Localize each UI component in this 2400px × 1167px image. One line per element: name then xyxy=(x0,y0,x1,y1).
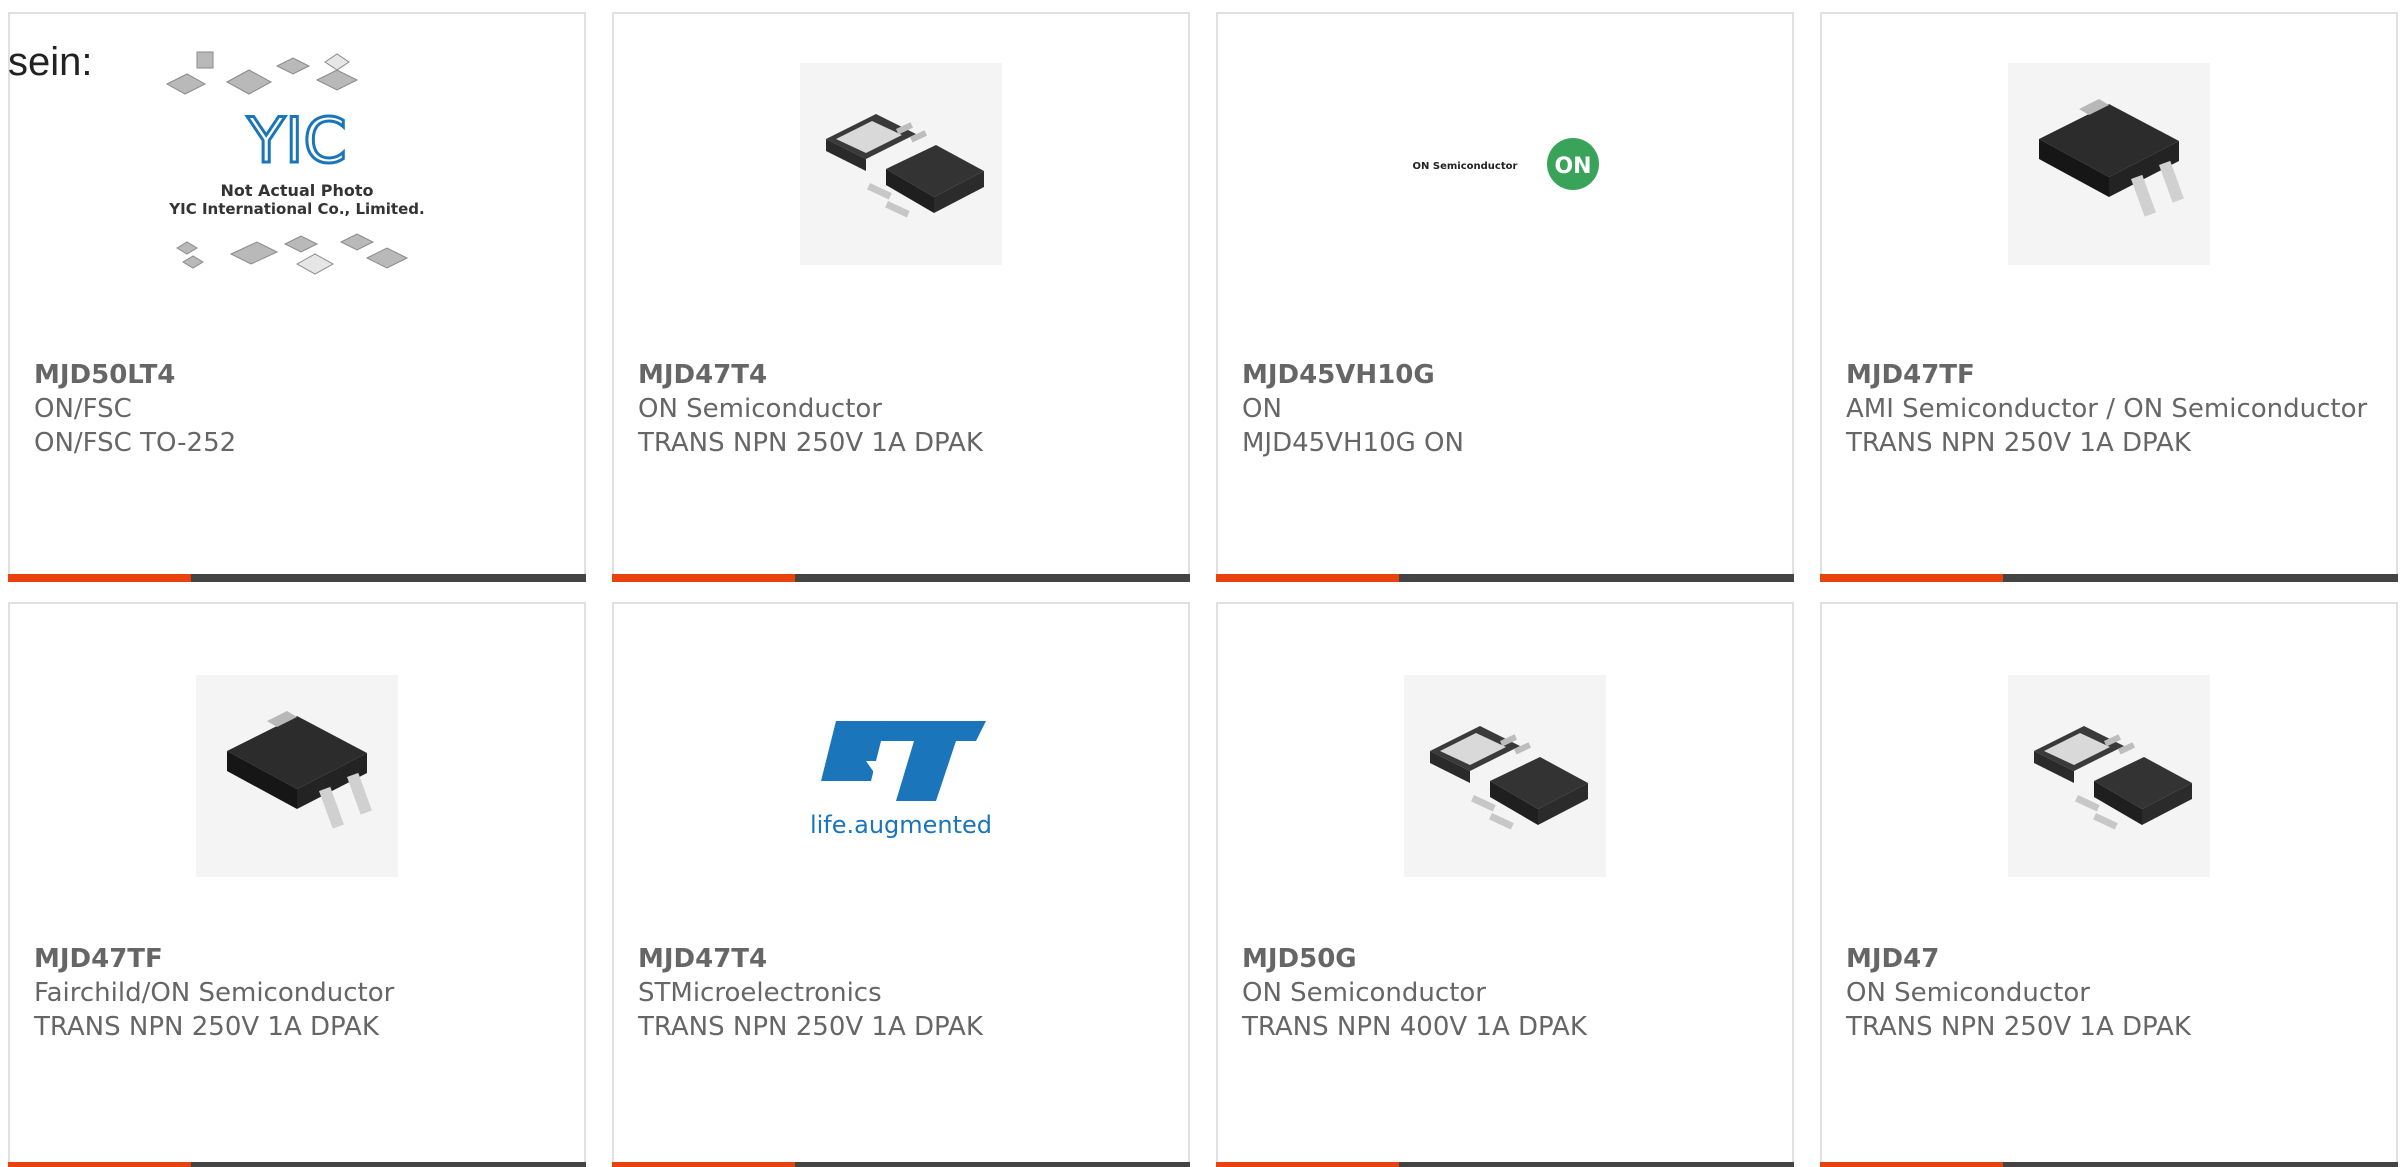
dpak-single-photo xyxy=(196,675,398,877)
product-image: ON Semiconductor ON xyxy=(1218,58,1792,270)
product-card[interactable]: ON Semiconductor ON MJD45VH10G ON MJD45V… xyxy=(1216,12,1794,582)
manufacturer: ON xyxy=(1242,394,1282,424)
svg-text:life.augmented: life.augmented xyxy=(810,811,992,839)
product-card[interactable]: MJD47TF Fairchild/ON Semiconductor TRANS… xyxy=(8,602,586,1167)
card-accent-bar xyxy=(1216,1162,1794,1167)
description: TRANS NPN 250V 1A DPAK xyxy=(638,428,983,458)
product-info: MJD50LT4 ON/FSC ON/FSC TO-252 xyxy=(34,358,564,460)
placeholder-line-2: YIC International Co., Limited. xyxy=(168,200,424,218)
card-accent-bar xyxy=(1820,574,2398,582)
card-accent-bar xyxy=(1216,574,1794,582)
product-info: MJD45VH10G ON MJD45VH10G ON xyxy=(1242,358,1772,460)
product-info: MJD50G ON Semiconductor TRANS NPN 400V 1… xyxy=(1242,942,1772,1044)
product-card[interactable]: MJD50G ON Semiconductor TRANS NPN 400V 1… xyxy=(1216,602,1794,1167)
placeholder-line-1: Not Actual Photo xyxy=(220,181,373,200)
not-actual-photo-placeholder-image: YIC Not Actual Photo YIC International C… xyxy=(165,51,425,275)
product-image: life.augmented xyxy=(614,670,1188,882)
description: TRANS NPN 250V 1A DPAK xyxy=(1846,428,2191,458)
card-accent-bar xyxy=(8,1162,586,1167)
product-grid: YIC Not Actual Photo YIC International C… xyxy=(0,0,2400,1167)
product-card[interactable]: MJD47T4 ON Semiconductor TRANS NPN 250V … xyxy=(612,12,1190,582)
product-image xyxy=(614,58,1188,270)
part-number[interactable]: MJD47TF xyxy=(34,942,564,976)
part-number[interactable]: MJD47TF xyxy=(1846,358,2376,392)
part-number[interactable]: MJD45VH10G xyxy=(1242,358,1772,392)
part-number[interactable]: MJD50LT4 xyxy=(34,358,564,392)
on-semiconductor-logo: ON Semiconductor ON xyxy=(1413,138,1599,190)
manufacturer: ON/FSC xyxy=(34,394,132,424)
product-image: YIC Not Actual Photo YIC International C… xyxy=(10,51,584,275)
description: ON/FSC TO-252 xyxy=(34,428,237,458)
svg-text:ON Semiconductor: ON Semiconductor xyxy=(1413,161,1518,172)
description: TRANS NPN 400V 1A DPAK xyxy=(1242,1012,1587,1042)
card-accent-bar xyxy=(612,1162,1190,1167)
page-heading: sein: xyxy=(8,40,93,84)
manufacturer: ON Semiconductor xyxy=(1846,978,2090,1008)
product-image xyxy=(1218,670,1792,882)
product-card[interactable]: MJD47 ON Semiconductor TRANS NPN 250V 1A… xyxy=(1820,602,2398,1167)
part-number[interactable]: MJD47 xyxy=(1846,942,2376,976)
product-card[interactable]: YIC Not Actual Photo YIC International C… xyxy=(8,12,586,582)
card-accent-bar xyxy=(8,574,586,582)
product-info: MJD47 ON Semiconductor TRANS NPN 250V 1A… xyxy=(1846,942,2376,1044)
manufacturer: AMI Semiconductor / ON Semiconductor xyxy=(1846,394,2368,424)
product-listing-page: sein: YIC Not Actual Photo YIC Internati… xyxy=(0,0,2400,1167)
svg-text:ON: ON xyxy=(1554,154,1591,179)
yic-logo: YIC xyxy=(246,104,346,177)
dpak-single-photo xyxy=(2008,63,2210,265)
card-accent-bar xyxy=(1820,1162,2398,1167)
product-image xyxy=(1822,670,2396,882)
manufacturer: STMicroelectronics xyxy=(638,978,882,1008)
description: TRANS NPN 250V 1A DPAK xyxy=(638,1012,983,1042)
st-logo: life.augmented xyxy=(806,721,992,839)
manufacturer: ON Semiconductor xyxy=(638,394,882,424)
part-number[interactable]: MJD50G xyxy=(1242,942,1772,976)
product-image xyxy=(10,670,584,882)
dpak-pair-photo xyxy=(1404,675,1606,877)
part-number[interactable]: MJD47T4 xyxy=(638,942,1168,976)
product-card[interactable]: life.augmented MJD47T4 STMicroelectronic… xyxy=(612,602,1190,1167)
product-card[interactable]: MJD47TF AMI Semiconductor / ON Semicondu… xyxy=(1820,12,2398,582)
product-image xyxy=(1822,58,2396,270)
product-info: MJD47TF Fairchild/ON Semiconductor TRANS… xyxy=(34,942,564,1044)
product-info: MJD47T4 ON Semiconductor TRANS NPN 250V … xyxy=(638,358,1168,460)
dpak-pair-photo xyxy=(800,63,1002,265)
dpak-pair-photo xyxy=(2008,675,2210,877)
description: MJD45VH10G ON xyxy=(1242,428,1464,458)
manufacturer: Fairchild/ON Semiconductor xyxy=(34,978,395,1008)
description: TRANS NPN 250V 1A DPAK xyxy=(1846,1012,2191,1042)
manufacturer: ON Semiconductor xyxy=(1242,978,1486,1008)
product-info: MJD47TF AMI Semiconductor / ON Semicondu… xyxy=(1846,358,2376,460)
part-number[interactable]: MJD47T4 xyxy=(638,358,1168,392)
card-accent-bar xyxy=(612,574,1190,582)
description: TRANS NPN 250V 1A DPAK xyxy=(34,1012,379,1042)
product-info: MJD47T4 STMicroelectronics TRANS NPN 250… xyxy=(638,942,1168,1044)
